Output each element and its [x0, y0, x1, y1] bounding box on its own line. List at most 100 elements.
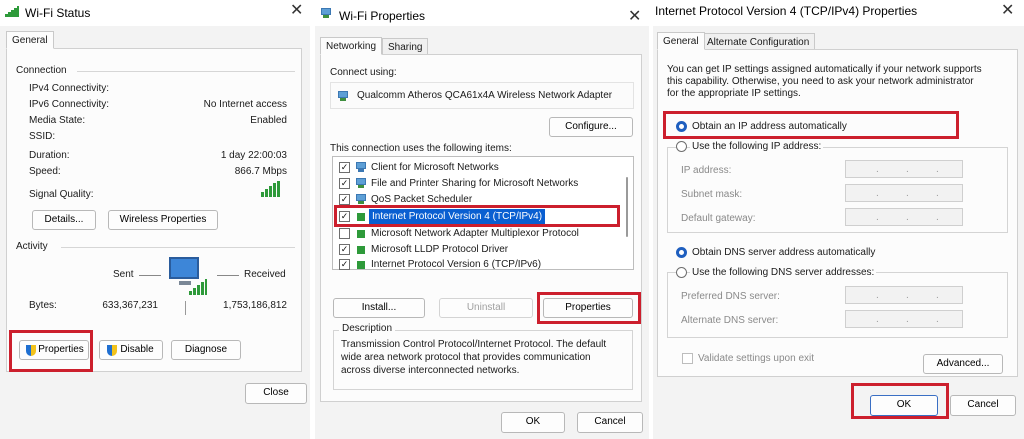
window-title: Wi-Fi Properties	[339, 9, 426, 23]
activity-heading: Activity	[16, 241, 48, 252]
list-item[interactable]: ✓ Internet Protocol Version 6 (TCP/IPv6)	[333, 258, 621, 271]
list-scrollbar[interactable]	[626, 177, 628, 237]
item-label: Internet Protocol Version 6 (TCP/IPv6)	[371, 259, 542, 270]
use-following-ip-label[interactable]: Use the following IP address:	[690, 141, 824, 152]
install-button[interactable]: Install...	[333, 298, 425, 318]
advanced-button[interactable]: Advanced...	[923, 354, 1003, 374]
validate-label: Validate settings upon exit	[698, 353, 815, 364]
preferred-dns-label: Preferred DNS server:	[681, 291, 780, 302]
highlight-properties	[9, 330, 93, 372]
subnet-mask-label: Subnet mask:	[681, 189, 743, 200]
close-icon[interactable]: ✕	[290, 2, 303, 20]
close-button[interactable]: Close	[245, 383, 307, 404]
obtain-dns-auto-radio[interactable]	[676, 247, 687, 258]
disable-button[interactable]: Disable	[99, 340, 163, 360]
speed-label: Speed:	[29, 166, 61, 177]
sent-bytes-value: 633,367,231	[102, 300, 158, 311]
network-adapter-icon	[337, 91, 349, 101]
title-bar: Internet Protocol Version 4 (TCP/IPv4) P…	[653, 0, 1024, 26]
list-item[interactable]: ✓ Microsoft LLDP Protocol Driver	[333, 242, 621, 257]
title-bar: Wi-Fi Properties ✕	[315, 0, 649, 26]
use-following-ip-radio[interactable]	[676, 141, 687, 152]
uninstall-button[interactable]: Uninstall	[439, 298, 533, 318]
diagnose-button[interactable]: Diagnose	[171, 340, 241, 360]
wireless-properties-button[interactable]: Wireless Properties	[108, 210, 218, 230]
bytes-separator	[185, 301, 186, 315]
item-checkbox[interactable]	[339, 228, 350, 239]
ip-address-field[interactable]: ...	[845, 160, 963, 178]
validate-checkbox[interactable]	[682, 353, 693, 364]
window-title: Internet Protocol Version 4 (TCP/IPv4) P…	[655, 4, 918, 18]
item-label: Microsoft LLDP Protocol Driver	[371, 244, 509, 255]
item-label: File and Printer Sharing for Microsoft N…	[371, 178, 579, 189]
wifi-properties-window: Wi-Fi Properties ✕ Networking Sharing Co…	[315, 0, 649, 439]
close-icon[interactable]: ✕	[1001, 2, 1014, 20]
list-item[interactable]: ✓ Client for Microsoft Networks	[333, 160, 621, 175]
ip-address-label: IP address:	[681, 165, 732, 176]
speed-value: 866.7 Mbps	[234, 166, 287, 177]
bytes-label: Bytes:	[29, 300, 57, 311]
item-checkbox[interactable]: ✓	[339, 244, 350, 255]
highlight-ipv4-item	[334, 205, 620, 227]
description-line: Transmission Control Protocol/Internet P…	[341, 339, 607, 350]
sent-label: Sent	[113, 269, 134, 280]
default-gateway-label: Default gateway:	[681, 213, 756, 224]
item-checkbox[interactable]: ✓	[339, 178, 350, 189]
item-checkbox[interactable]: ✓	[339, 259, 350, 270]
received-label: Received	[244, 269, 286, 280]
network-adapter-icon	[320, 8, 332, 18]
adapter-box: Qualcomm Atheros QCA61x4A Wireless Netwo…	[330, 82, 634, 109]
item-checkbox[interactable]: ✓	[339, 194, 350, 205]
alternate-dns-label: Alternate DNS server:	[681, 315, 779, 326]
list-item[interactable]: ✓ File and Printer Sharing for Microsoft…	[333, 176, 621, 191]
ok-button[interactable]: OK	[501, 412, 565, 433]
highlight-properties	[537, 292, 641, 324]
duration-label: Duration:	[29, 150, 70, 161]
connect-using-label: Connect using:	[330, 67, 397, 78]
divider	[77, 71, 295, 72]
configure-button[interactable]: Configure...	[549, 117, 633, 137]
description-heading: Description	[339, 323, 396, 334]
received-bytes-value: 1,753,186,812	[223, 300, 287, 311]
received-line	[217, 275, 239, 276]
cancel-button[interactable]: Cancel	[577, 412, 643, 433]
dns-group	[667, 272, 1008, 338]
network-computer-icon	[167, 255, 211, 299]
protocol-icon	[357, 230, 365, 238]
details-button[interactable]: Details...	[32, 210, 96, 230]
tab-networking[interactable]: Networking	[320, 37, 383, 55]
ipv4-properties-window: Internet Protocol Version 4 (TCP/IPv4) P…	[653, 0, 1024, 439]
default-gateway-field[interactable]: ...	[845, 208, 963, 226]
description-line: across diverse interconnected networks.	[341, 365, 520, 376]
intro-line: this capability. Otherwise, you need to …	[667, 76, 974, 87]
preferred-dns-field[interactable]: ...	[845, 286, 963, 304]
networking-panel: Connect using: Qualcomm Atheros QCA61x4A…	[320, 54, 642, 402]
ipv6-label: IPv6 Connectivity:	[29, 99, 110, 110]
wifi-status-window: Wi-Fi Status ✕ General Connection IPv4 C…	[0, 0, 310, 439]
ok-button[interactable]: OK	[870, 395, 938, 416]
list-item[interactable]: Microsoft Network Adapter Multiplexor Pr…	[333, 226, 621, 241]
sent-line	[139, 275, 161, 276]
disable-button-label: Disable	[120, 344, 154, 355]
general-panel: Connection IPv4 Connectivity: IPv6 Conne…	[6, 48, 302, 372]
general-panel: You can get IP settings assigned automat…	[657, 49, 1018, 377]
item-label: QoS Packet Scheduler	[371, 194, 473, 205]
tab-general[interactable]: General	[6, 31, 54, 49]
alternate-dns-field[interactable]: ...	[845, 310, 963, 328]
window-title: Wi-Fi Status	[25, 6, 91, 20]
subnet-mask-field[interactable]: ...	[845, 184, 963, 202]
obtain-dns-auto-label[interactable]: Obtain DNS server address automatically	[692, 247, 875, 258]
network-service-icon	[355, 178, 367, 188]
item-label: Microsoft Network Adapter Multiplexor Pr…	[371, 228, 579, 239]
use-following-dns-label[interactable]: Use the following DNS server addresses:	[690, 267, 877, 278]
item-checkbox[interactable]: ✓	[339, 162, 350, 173]
use-following-dns-radio[interactable]	[676, 267, 687, 278]
tab-general[interactable]: General	[657, 32, 705, 50]
title-bar: Wi-Fi Status ✕	[0, 0, 310, 26]
cancel-button[interactable]: Cancel	[950, 395, 1016, 416]
divider	[61, 247, 295, 248]
network-service-icon	[355, 194, 367, 204]
close-icon[interactable]: ✕	[628, 8, 641, 26]
ipv4-label: IPv4 Connectivity:	[29, 83, 110, 94]
signal-quality-label: Signal Quality:	[29, 189, 94, 200]
